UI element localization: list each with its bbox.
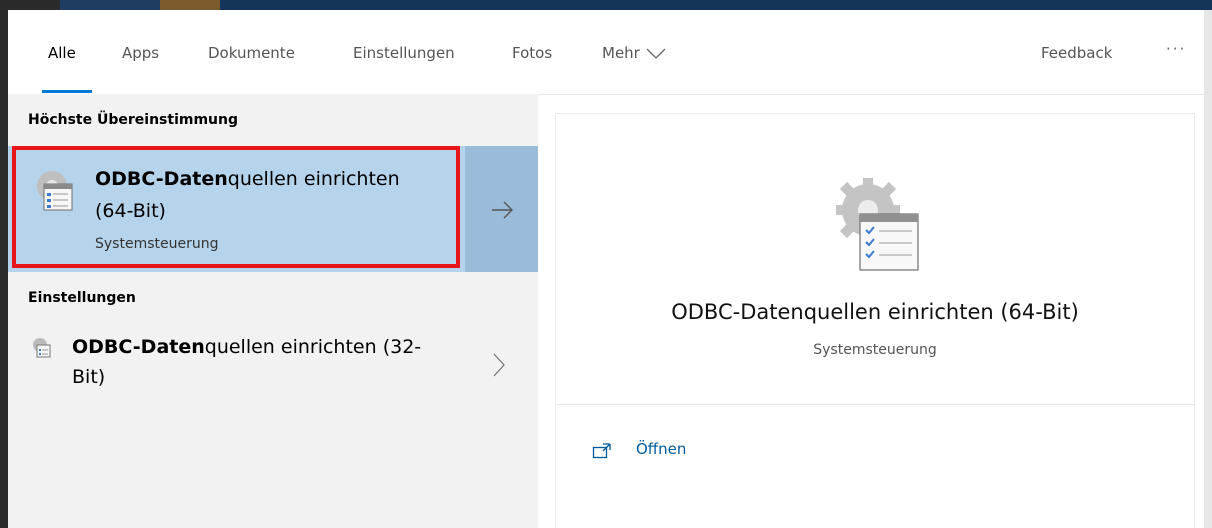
search-tabs: Alle Apps Dokumente Einstellungen Fotos …: [8, 10, 1204, 95]
best-match-title: ODBC-Datenquellen einrichten: [95, 168, 400, 190]
best-match-result[interactable]: ODBC-Datenquellen einrichten (64-Bit) Sy…: [8, 146, 538, 272]
search-panel: Alle Apps Dokumente Einstellungen Fotos …: [8, 10, 1204, 528]
settings-item-title-bold: ODBC-Daten: [72, 336, 205, 358]
tab-alle[interactable]: Alle: [48, 44, 76, 62]
chevron-right-icon[interactable]: [492, 352, 506, 378]
window-left-edge: [0, 10, 8, 528]
results-list: Höchste Übereinstimmung ODBC-Datenquelle…: [8, 94, 538, 528]
tab-einstellungen[interactable]: Einstellungen: [353, 44, 455, 62]
preview-subtitle: Systemsteuerung: [813, 342, 937, 358]
chevron-down-icon: [646, 48, 666, 59]
tab-mehr-label: Mehr: [602, 44, 640, 62]
best-match-title-line2: (64-Bit): [95, 200, 166, 222]
open-details-button[interactable]: [465, 146, 538, 272]
arrow-right-icon: [492, 201, 513, 219]
settings-item-title: ODBC-Datenquellen einrichten (32-: [72, 336, 421, 358]
feedback-link[interactable]: Feedback: [1041, 44, 1112, 62]
best-match-title-rest: quellen einrichten: [227, 168, 400, 190]
tab-apps[interactable]: Apps: [122, 44, 159, 62]
open-external-icon: [592, 443, 611, 459]
tab-dokumente[interactable]: Dokumente: [208, 44, 295, 62]
settings-item-title-line2: Bit): [72, 366, 106, 388]
odbc-settings-icon: [37, 171, 73, 211]
open-action[interactable]: Öffnen: [592, 440, 792, 464]
tab-fotos[interactable]: Fotos: [512, 44, 552, 62]
active-tab-indicator: [42, 90, 92, 93]
best-match-title-bold: ODBC-Daten: [95, 168, 228, 190]
taskbar-strip: [0, 0, 1212, 10]
settings-item-title-rest: quellen einrichten (32-: [204, 336, 422, 358]
preview-title: ODBC-Datenquellen einrichten (64-Bit): [671, 300, 1079, 324]
odbc-settings-large-icon: [836, 178, 919, 271]
best-match-heading: Höchste Übereinstimmung: [28, 112, 238, 128]
preview-pane: ODBC-Datenquellen einrichten (64-Bit) Sy…: [556, 114, 1194, 528]
more-options-icon[interactable]: ···: [1166, 40, 1186, 58]
settings-result-item[interactable]: ODBC-Datenquellen einrichten (32- Bit): [8, 316, 538, 416]
preview-divider: [556, 404, 1194, 405]
tab-mehr[interactable]: Mehr: [602, 44, 666, 62]
settings-heading: Einstellungen: [28, 290, 136, 306]
best-match-subtitle: Systemsteuerung: [95, 236, 219, 252]
window-right-edge: [1204, 10, 1212, 528]
odbc-settings-small-icon: [33, 338, 51, 358]
open-label: Öffnen: [636, 440, 687, 458]
